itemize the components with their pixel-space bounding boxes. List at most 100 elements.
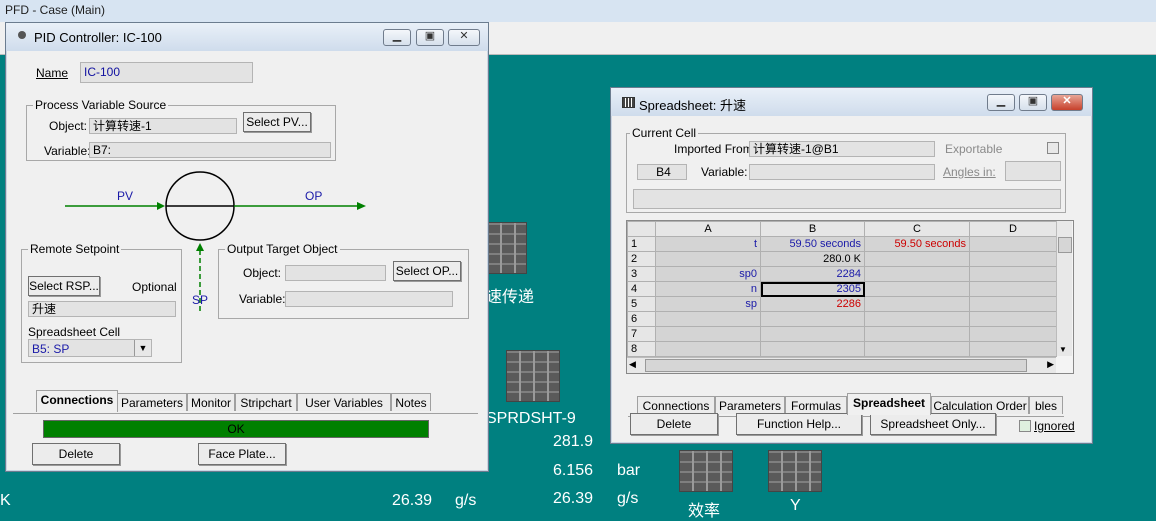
minimize-button[interactable]: ▁ [383,29,411,46]
tab-formulas[interactable]: Formulas [785,396,847,414]
cell-c[interactable] [864,266,970,282]
tab-parameters[interactable]: Parameters [117,393,187,411]
spreadsheet-block-icon[interactable] [768,450,822,492]
tab-spreadsheet[interactable]: Spreadsheet [847,393,931,415]
delete-button[interactable]: Delete [630,413,718,435]
cell-c[interactable] [864,341,970,357]
cell-d[interactable] [969,281,1057,297]
cell-a[interactable] [655,251,761,267]
cell-c[interactable] [864,326,970,342]
cell-c[interactable]: 59.50 seconds [864,236,970,252]
column-header-a[interactable]: A [655,221,761,237]
pv-variable-field[interactable]: B7: [89,142,331,158]
function-help-button[interactable]: Function Help... [736,413,862,435]
cell-d[interactable] [969,296,1057,312]
row-header[interactable]: 8 [627,341,656,357]
exportable-checkbox[interactable] [1047,142,1059,154]
tab-connections[interactable]: Connections [637,396,715,414]
maximize-button[interactable]: ▣ [1019,94,1047,111]
row-header[interactable]: 2 [627,251,656,267]
spreadsheet-block-icon[interactable] [506,350,560,402]
select-rsp-button[interactable]: Select RSP... [28,276,100,296]
active-cell[interactable]: 2305 [760,281,865,297]
cell-d[interactable] [969,266,1057,282]
cell-b[interactable] [760,311,865,327]
cell-b[interactable]: 59.50 seconds [760,236,865,252]
select-pv-button[interactable]: Select PV... [243,112,311,132]
variable-field[interactable] [749,164,935,180]
cell-b[interactable]: 280.0 K [760,251,865,267]
column-header-b[interactable]: B [760,221,865,237]
tab-user-variables[interactable]: User Variables [297,393,391,411]
cell-a[interactable] [655,326,761,342]
cell-c[interactable] [864,251,970,267]
op-object-field[interactable] [285,265,386,281]
row-header[interactable]: 1 [627,236,656,252]
column-header-d[interactable]: D [969,221,1057,237]
cell-d[interactable] [969,236,1057,252]
tab-connections[interactable]: Connections [36,390,118,412]
spreadsheet-block-icon[interactable] [487,222,527,274]
cell-d[interactable] [969,341,1057,357]
cell-a[interactable] [655,311,761,327]
dropdown-arrow-icon[interactable]: ▼ [134,340,151,356]
scroll-down-icon[interactable]: ▼ [1059,345,1067,354]
spreadsheet-only-button[interactable]: Spreadsheet Only... [870,413,996,435]
cell-b[interactable] [760,326,865,342]
column-header-c[interactable]: C [864,221,970,237]
cell-a[interactable]: sp [655,296,761,312]
rsp-value-field[interactable]: 升速 [28,301,176,317]
cell-b[interactable]: 2286 [760,296,865,312]
tab-calculation-order[interactable]: Calculation Order [931,396,1029,414]
cell-d[interactable] [969,311,1057,327]
delete-button[interactable]: Delete [32,443,120,465]
tab-stripchart[interactable]: Stripchart [235,393,297,411]
cell-a[interactable] [655,341,761,357]
close-button[interactable]: ✕ [1051,94,1083,111]
op-variable-field[interactable] [285,291,453,307]
tab-monitor[interactable]: Monitor [187,393,235,411]
row-header[interactable]: 7 [627,326,656,342]
cell-d[interactable] [969,326,1057,342]
cell-c[interactable] [864,296,970,312]
cell-a[interactable]: n [655,281,761,297]
pv-object-field[interactable]: 计算转速-1 [89,118,237,134]
tab-variables[interactable]: bles [1029,396,1063,414]
face-plate-button[interactable]: Face Plate... [198,443,286,465]
close-button[interactable]: ✕ [448,29,480,46]
scroll-right-icon[interactable]: ▶ [1047,359,1054,370]
spreadsheet-block-icon[interactable] [679,450,733,492]
ignored-checkbox[interactable] [1019,420,1031,432]
row-header[interactable]: 6 [627,311,656,327]
name-input[interactable]: IC-100 [80,62,253,83]
maximize-button[interactable]: ▣ [416,29,444,46]
minimize-button[interactable]: ▁ [987,94,1015,111]
select-op-button[interactable]: Select OP... [393,261,461,281]
angles-field[interactable] [1005,161,1061,181]
vertical-scrollbar[interactable]: ▼ [1056,221,1072,356]
row-header[interactable]: 5 [627,296,656,312]
imported-from-field[interactable]: 计算转速-1@B1 [749,141,935,157]
header-row: ABCD [627,221,1057,237]
tab-notes[interactable]: Notes [391,393,431,411]
row-header[interactable]: 3 [627,266,656,282]
cell-b[interactable] [760,341,865,357]
tab-parameters[interactable]: Parameters [715,396,785,414]
scroll-thumb[interactable] [1058,237,1072,253]
pfd-unit: g/s [617,490,639,507]
cell-ref-field[interactable]: B4 [637,164,687,180]
cell-c[interactable] [864,311,970,327]
cell-d[interactable] [969,251,1057,267]
cell-a[interactable]: t [655,236,761,252]
spreadsheet-cell-select[interactable]: B5: SP ▼ [28,339,152,357]
cell-c[interactable] [864,281,970,297]
corner-cell[interactable] [627,221,656,237]
horizontal-scrollbar[interactable]: ◀ ▶ [627,357,1056,373]
cell-a[interactable]: sp0 [655,266,761,282]
pfd-label-xiaolv: 效率 [688,503,721,520]
cell-b[interactable]: 2284 [760,266,865,282]
row-header[interactable]: 4 [627,281,656,297]
scroll-left-icon[interactable]: ◀ [629,359,636,370]
formula-bar[interactable] [633,189,1061,209]
scroll-thumb[interactable] [645,359,1027,372]
